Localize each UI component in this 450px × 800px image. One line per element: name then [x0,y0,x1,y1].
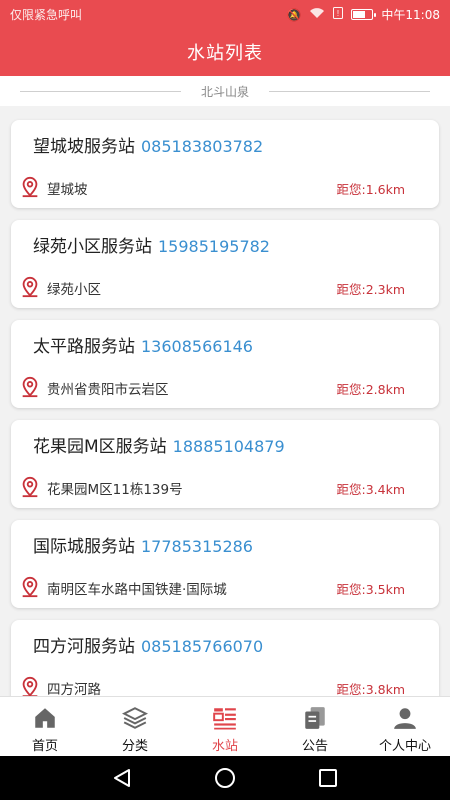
wifi-icon [309,7,325,22]
station-name: 国际城服务站 [33,537,135,557]
home-icon [35,708,55,728]
station-name: 望城坡服务站 [33,137,135,157]
station-phone[interactable]: 15985195782 [158,237,270,256]
station-distance: 距您:3.4km [336,482,405,497]
station-card[interactable]: 国际城服务站 17785315286 南明区车水路中国铁建·国际城 距您:3.5k… [11,520,439,608]
app-header: 水站列表 [0,28,450,76]
tab-announcement[interactable]: 公告 [270,697,360,756]
station-name: 四方河服务站 [33,637,135,657]
tab-label: 首页 [31,739,58,754]
tab-profile[interactable]: 个人中心 [360,697,450,756]
station-distance: 距您:3.5km [336,582,405,597]
mute-icon: 🔕 [286,7,302,22]
location-pin-icon [22,476,38,498]
sim-alert-icon: ! [333,7,344,22]
recents-button[interactable] [316,766,340,790]
station-phone[interactable]: 085185766070 [141,637,263,656]
page-title: 水站列表 [187,43,263,64]
station-list[interactable]: 望城坡服务站 085183803782 望城坡 距您:1.6km 绿苑小区服务站 1… [0,106,450,696]
tab-label: 个人中心 [378,739,431,754]
system-nav-bar [0,756,450,800]
location-pin-icon [22,376,38,398]
location-row: 北斗山泉 [0,76,450,106]
bottom-tab-bar: 首页 分类 水站 公告 个人中心 [0,696,450,756]
station-name: 太平路服务站 [33,337,135,357]
user-icon [394,708,416,729]
divider-right [269,90,431,92]
clock-text: 中午11:08 [381,8,440,22]
location-pin-icon [22,176,38,198]
list-icon [213,708,236,730]
tab-water-station[interactable]: 水站 [180,697,270,756]
station-distance: 距您:3.8km [336,682,405,696]
station-card[interactable]: 望城坡服务站 085183803782 望城坡 距您:1.6km [11,120,439,208]
station-card[interactable]: 太平路服务站 13608566146 贵州省贵阳市云岩区 距您:2.8km [11,320,439,408]
station-address: 花果园M区11栋139号 [47,482,183,498]
status-bar: 仅限紧急呼叫 🔕 ! 中午11:08 [0,0,450,28]
station-address: 四方河路 [47,682,101,696]
recents-square-icon [319,769,338,787]
station-phone[interactable]: 13608566146 [141,337,253,356]
station-card[interactable]: 四方河服务站 085185766070 四方河路 距您:3.8km [11,620,439,696]
battery-icon [351,9,377,20]
svg-text:!: ! [337,9,339,18]
location-name: 北斗山泉 [201,84,250,99]
station-address: 望城坡 [47,182,88,198]
station-distance: 距您:2.8km [336,382,405,397]
station-card[interactable]: 绿苑小区服务站 15985195782 绿苑小区 距您:2.3km [11,220,439,308]
station-card[interactable]: 花果园M区服务站 18885104879 花果园M区11栋139号 距您:3.4k… [11,420,439,508]
station-address: 贵州省贵阳市云岩区 [47,382,169,398]
home-button[interactable] [213,766,237,790]
tab-home[interactable]: 首页 [0,697,90,756]
tab-category[interactable]: 分类 [90,697,180,756]
layers-icon [122,707,148,729]
station-distance: 距您:1.6km [336,182,405,197]
tab-label: 水站 [211,739,238,754]
location-pin-icon [22,276,38,298]
station-address: 南明区车水路中国铁建·国际城 [47,582,227,598]
status-icons: 🔕 ! 中午11:08 [286,6,440,23]
tab-label: 公告 [301,739,328,754]
station-phone[interactable]: 085183803782 [141,137,263,156]
station-name: 绿苑小区服务站 [33,237,152,257]
station-distance: 距您:2.3km [336,282,405,297]
home-circle-icon [214,768,235,788]
station-name: 花果园M区服务站 [33,437,167,457]
station-address: 绿苑小区 [47,282,101,298]
divider-left [20,90,181,92]
document-icon [305,707,325,729]
station-phone[interactable]: 18885104879 [173,437,285,456]
back-button[interactable] [110,766,134,790]
back-triangle-icon [113,769,130,787]
location-pin-icon [22,576,38,598]
location-pin-icon [22,676,38,696]
carrier-text: 仅限紧急呼叫 [10,8,83,22]
tab-label: 分类 [121,739,148,754]
station-phone[interactable]: 17785315286 [141,537,253,556]
